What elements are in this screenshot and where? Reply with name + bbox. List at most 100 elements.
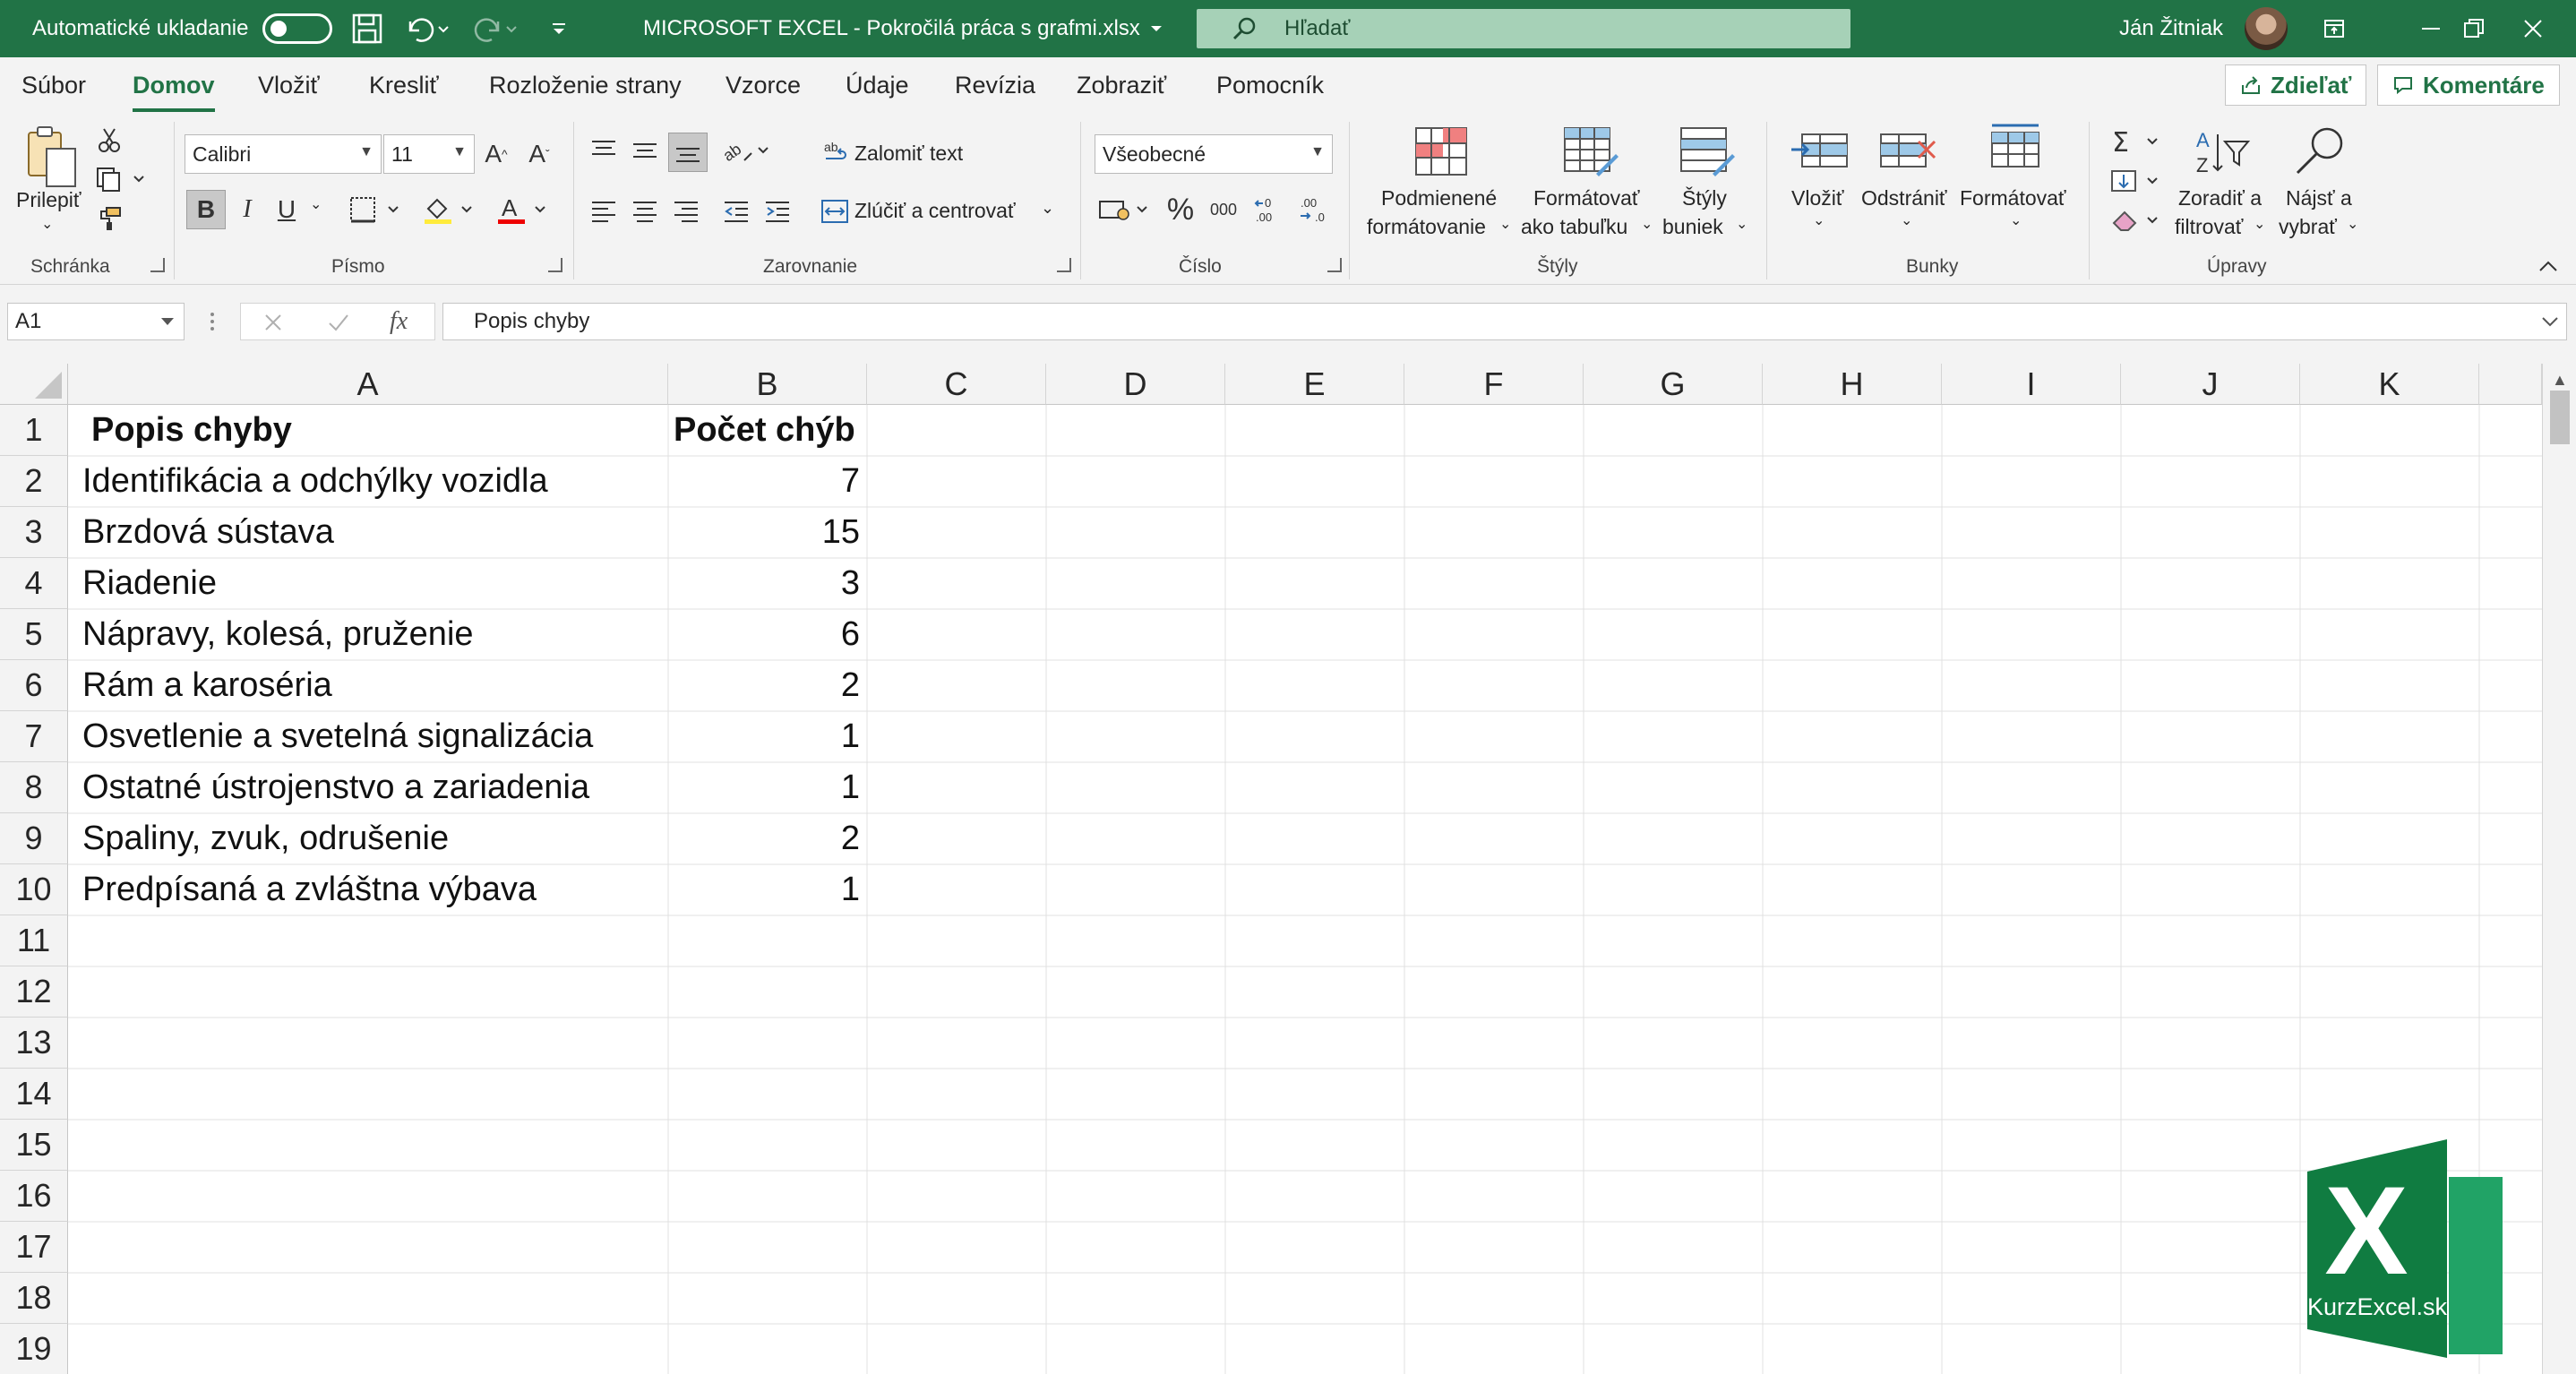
cell-b1[interactable]: Počet chýb [674,405,855,456]
tab-page-layout[interactable]: Rozloženie strany [489,72,682,99]
expand-formula-bar-icon[interactable] [2541,314,2559,329]
row-header[interactable]: 1 [0,405,68,456]
align-center-icon[interactable] [627,193,663,229]
cell-a6[interactable]: Rám a karoséria [82,660,332,711]
row-header[interactable]: 18 [0,1273,68,1324]
save-icon[interactable] [351,0,383,57]
collapse-ribbon-icon[interactable] [2535,253,2562,279]
clipboard-launcher-icon[interactable] [150,258,165,272]
undo-icon[interactable] [403,0,453,57]
share-button[interactable]: Zdieľať [2225,64,2367,106]
row-header[interactable]: 5 [0,609,68,660]
worksheet-grid[interactable]: A B C D E F G H I J K 1 2 3 4 5 6 7 8 9 … [0,364,2576,1374]
column-header-partial[interactable] [2479,364,2542,405]
column-header-j[interactable]: J [2121,364,2300,405]
underline-dropdown-icon[interactable]: ⌄ [310,195,322,213]
decrease-indent-icon[interactable] [718,193,754,229]
cancel-icon[interactable] [262,312,284,333]
chevron-down-icon[interactable]: ⌄ [2347,215,2358,233]
tab-home[interactable]: Domov [133,72,215,112]
sort-filter-label-1[interactable]: Zoradiť a [2178,186,2262,210]
tab-help[interactable]: Pomocník [1216,72,1324,99]
thousands-separator-icon[interactable]: 000 [1204,192,1243,228]
number-launcher-icon[interactable] [1327,258,1342,272]
column-header-f[interactable]: F [1404,364,1584,405]
cell-b2[interactable]: 7 [668,456,860,507]
formula-input[interactable]: Popis chyby [442,303,2567,340]
row-header[interactable]: 6 [0,660,68,711]
format-as-table-label-1[interactable]: Formátovať [1533,186,1640,210]
tab-view[interactable]: Zobraziť [1077,72,1166,99]
formula-bar-splitter[interactable] [210,308,215,335]
select-all-corner[interactable] [0,364,68,405]
row-header[interactable]: 16 [0,1171,68,1222]
insert-cells-icon[interactable] [1790,129,1850,178]
tab-insert[interactable]: Vložiť [258,72,320,99]
row-header[interactable]: 14 [0,1069,68,1120]
find-select-icon[interactable] [2293,124,2348,184]
font-name-select[interactable]: Calibri ▼ [185,134,382,174]
cell-a3[interactable]: Brzdová sústava [82,507,334,558]
cell-a4[interactable]: Riadenie [82,558,217,609]
cell-a5[interactable]: Nápravy, kolesá, pruženie [82,609,474,660]
row-header[interactable]: 11 [0,915,68,966]
tab-formulas[interactable]: Vzorce [726,72,801,99]
cell-b7[interactable]: 1 [668,711,860,762]
chevron-down-icon[interactable]: ⌄ [1813,211,1825,229]
row-header[interactable]: 8 [0,762,68,813]
conditional-formatting-label-1[interactable]: Podmienené [1381,186,1497,210]
align-middle-icon[interactable] [627,133,663,168]
italic-button[interactable]: I [231,190,263,229]
borders-icon[interactable] [346,192,408,228]
delete-cells-icon[interactable] [1877,129,1938,178]
cell-a1[interactable]: Popis chyby [91,405,292,456]
ribbon-display-options-icon[interactable] [2291,0,2377,57]
scrollbar-thumb[interactable] [2550,391,2570,444]
enter-icon[interactable] [327,312,350,333]
increase-decimal-icon[interactable]: 0.00 [1250,192,1290,228]
cell-b5[interactable]: 6 [668,609,860,660]
autosave-toggle[interactable] [262,13,333,44]
fill-color-icon[interactable] [419,192,482,228]
autosave[interactable]: Automatické ukladanie [32,0,333,57]
increase-font-size-icon[interactable]: A ^ [480,136,512,172]
cell-styles-icon[interactable] [1679,125,1736,182]
column-header-i[interactable]: I [1942,364,2121,405]
tab-review[interactable]: Revízia [955,72,1035,99]
wrap-text-label[interactable]: Zalomiť text [854,142,963,166]
cell-a8[interactable]: Ostatné ústrojenstvo a zariadenia [82,762,589,813]
row-header[interactable]: 2 [0,456,68,507]
name-box[interactable]: A1 [7,303,185,340]
row-header[interactable]: 17 [0,1222,68,1273]
chevron-down-icon[interactable]: ⌄ [1736,215,1747,233]
column-header-e[interactable]: E [1225,364,1404,405]
paste-label[interactable]: Prilepiť [16,188,82,212]
format-as-table-icon[interactable] [1562,125,1619,182]
insert-function-icon[interactable]: fx [390,307,408,336]
tab-draw[interactable]: Kresliť [369,72,439,99]
paste-icon[interactable] [23,125,82,198]
conditional-formatting-label-2[interactable]: formátovanie [1367,215,1486,239]
wrap-text-icon[interactable]: ab [820,136,851,168]
chevron-down-icon[interactable]: ⌄ [1499,215,1511,233]
column-header-b[interactable]: B [668,364,867,405]
column-header-h[interactable]: H [1763,364,1942,405]
align-right-icon[interactable] [668,193,704,229]
autosum-icon[interactable]: Σ [2107,124,2169,159]
cell-b6[interactable]: 2 [668,660,860,711]
cell-a2[interactable]: Identifikácia a odchýlky vozidla [82,456,548,507]
comments-button[interactable]: Komentáre [2377,64,2560,106]
increase-indent-icon[interactable] [760,193,795,229]
row-header[interactable]: 10 [0,864,68,915]
customize-qat-icon[interactable] [548,0,570,57]
row-header[interactable]: 4 [0,558,68,609]
document-title[interactable]: MICROSOFT EXCEL - Pokročilá práca s graf… [643,0,1163,57]
row-header[interactable]: 12 [0,966,68,1018]
tab-data[interactable]: Údaje [846,72,909,99]
align-top-icon[interactable] [586,133,622,168]
row-header[interactable]: 3 [0,507,68,558]
redo-icon[interactable] [471,0,521,57]
user-account[interactable]: Ján Žitniak [2119,0,2288,57]
format-painter-icon[interactable] [93,202,125,235]
chevron-down-icon[interactable]: ⌄ [1901,211,1912,229]
